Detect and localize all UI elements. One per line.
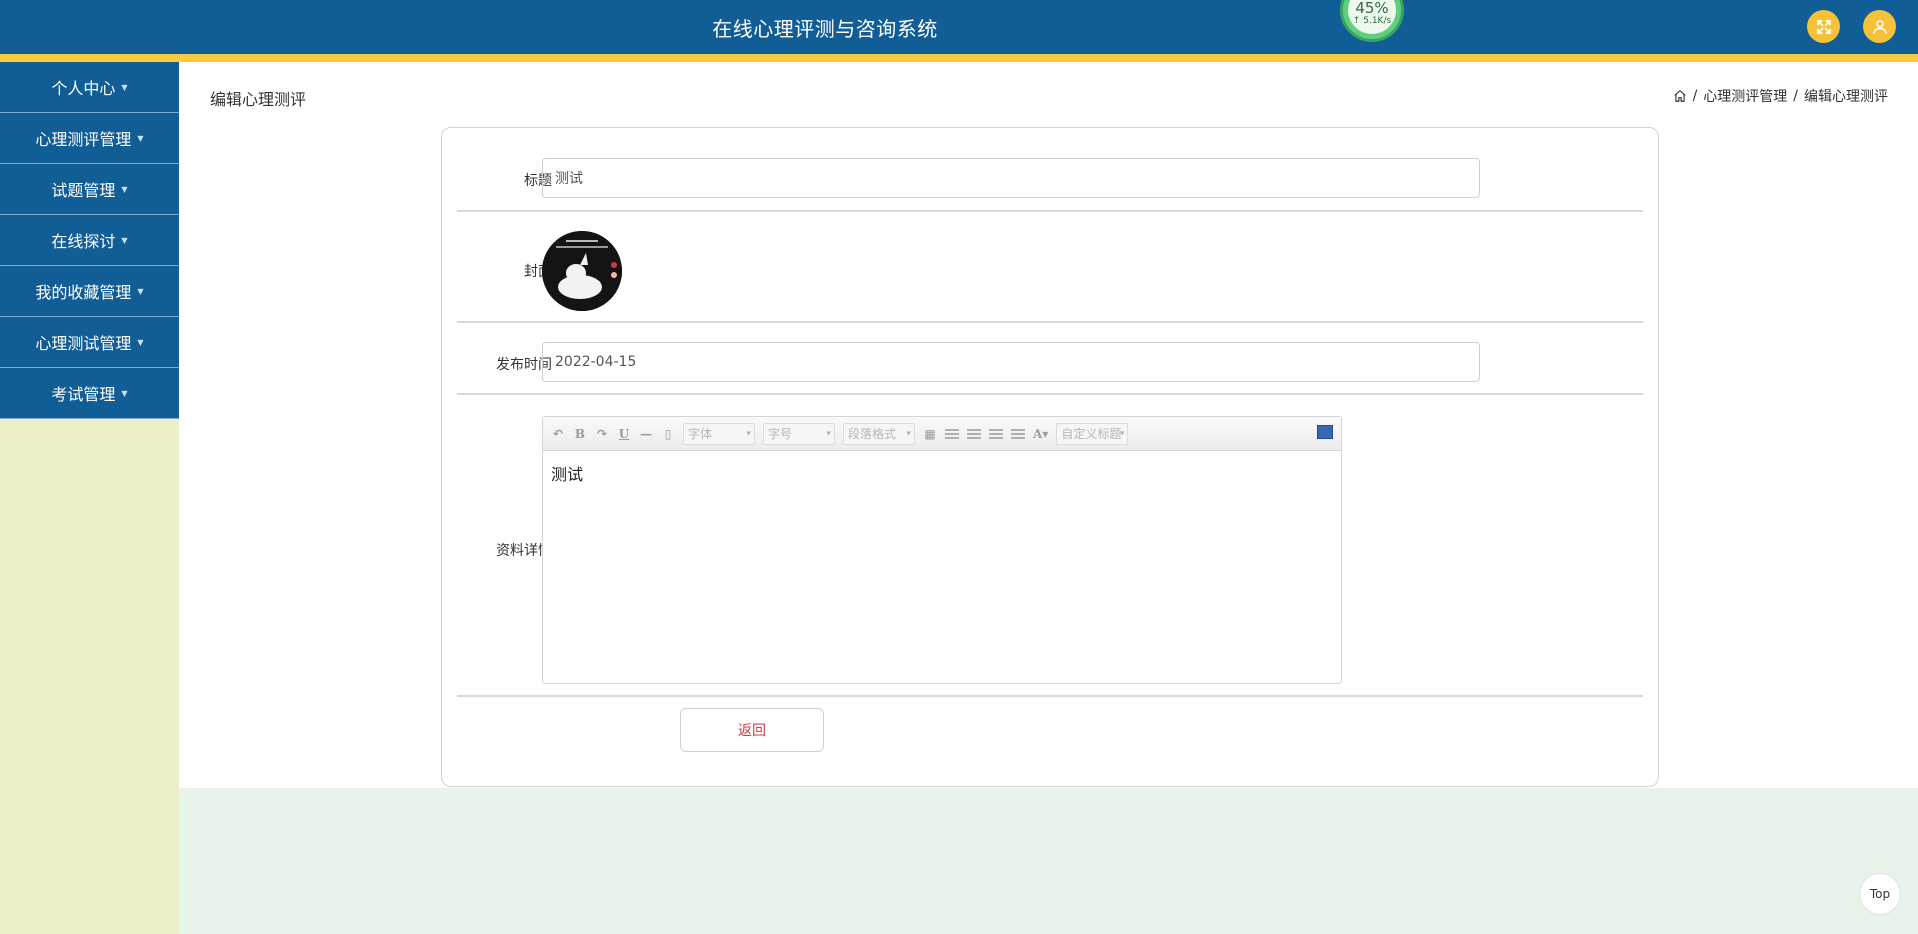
- sidebar-item-question-management[interactable]: 试题管理 ▼: [0, 164, 179, 215]
- custom-title-select[interactable]: 自定义标题: [1056, 422, 1129, 445]
- font-color-icon[interactable]: A▾: [1033, 427, 1048, 441]
- redo-icon[interactable]: ↷: [595, 427, 609, 441]
- editor-content[interactable]: 测试: [543, 451, 1341, 495]
- font-family-select[interactable]: 字体: [683, 422, 755, 445]
- cover-image[interactable]: [542, 231, 622, 311]
- rich-text-editor[interactable]: ↶ B ↷ U — ▯ 字体 字号 段落格式 ▦ A▾ 自定义标题 测试: [542, 416, 1342, 684]
- undo-icon[interactable]: ↶: [551, 427, 565, 441]
- caret-down-icon: ▼: [121, 184, 128, 194]
- publish-date-input[interactable]: 2022-04-15: [542, 342, 1480, 382]
- divider: [457, 393, 1643, 395]
- sidebar-item-online-discussion[interactable]: 在线探讨 ▼: [0, 215, 179, 266]
- align-justify-icon[interactable]: [1011, 428, 1025, 439]
- editor-toolbar: ↶ B ↷ U — ▯ 字体 字号 段落格式 ▦ A▾ 自定义标题: [543, 417, 1341, 451]
- sidebar-item-assessment-management[interactable]: 心理测评管理 ▼: [0, 113, 179, 164]
- table-icon[interactable]: ▦: [923, 427, 937, 441]
- page-title: 编辑心理测评: [210, 90, 307, 109]
- network-speed: ↑ 5.1K/s: [1352, 16, 1392, 26]
- caret-down-icon: ▼: [121, 82, 128, 92]
- back-to-top-button[interactable]: Top: [1859, 873, 1901, 915]
- horizontal-rule-icon[interactable]: —: [639, 427, 653, 441]
- caret-down-icon: ▼: [137, 286, 144, 296]
- caret-down-icon: ▼: [137, 133, 144, 143]
- caret-down-icon: ▼: [121, 235, 128, 245]
- fullscreen-button[interactable]: [1807, 10, 1840, 43]
- paragraph-format-select[interactable]: 段落格式: [843, 422, 915, 445]
- title-input[interactable]: 测试: [542, 158, 1480, 198]
- divider: [457, 210, 1643, 212]
- top-header: 在线心理评测与咨询系统 45% ↑ 5.1K/s: [0, 0, 1918, 54]
- detail-label: 资料详情: [496, 543, 552, 559]
- fullscreen-icon[interactable]: [1317, 425, 1333, 439]
- caret-down-icon: ▼: [121, 388, 128, 398]
- divider: [457, 695, 1643, 697]
- divider: [457, 321, 1643, 323]
- breadcrumb-item-current: 编辑心理测评: [1804, 89, 1888, 105]
- main-content: 编辑心理测评 / 心理测评管理 / 编辑心理测评 标题 测试 封面 发布时间 2…: [179, 62, 1918, 788]
- document-icon[interactable]: ▯: [661, 427, 675, 441]
- breadcrumb-item[interactable]: 心理测评管理: [1703, 86, 1787, 106]
- user-icon: [1872, 19, 1887, 34]
- network-percent: 45%: [1355, 0, 1389, 17]
- sidebar: 个人中心 ▼ 心理测评管理 ▼ 试题管理 ▼ 在线探讨 ▼ 我的收藏管理 ▼ 心理测试管理…: [0, 62, 179, 934]
- home-icon[interactable]: [1673, 89, 1687, 103]
- underline-icon[interactable]: U: [617, 427, 631, 441]
- expand-icon: [1816, 19, 1831, 34]
- date-label: 发布时间: [496, 357, 552, 373]
- sidebar-item-personal-center[interactable]: 个人中心 ▼: [0, 62, 179, 113]
- sidebar-item-test-management[interactable]: 心理测试管理 ▼: [0, 317, 179, 368]
- title-label: 标题: [524, 173, 552, 189]
- cover-label: 封面: [524, 264, 552, 280]
- sidebar-item-favorites-management[interactable]: 我的收藏管理 ▼: [0, 266, 179, 317]
- user-button[interactable]: [1863, 10, 1896, 43]
- align-right-icon[interactable]: [967, 428, 981, 439]
- edit-form: 标题 测试 封面 发布时间 2022-04-15 资料详情 ↶ B ↷ U — …: [441, 127, 1659, 787]
- bold-icon[interactable]: B: [573, 427, 587, 441]
- return-button[interactable]: 返回: [680, 708, 824, 752]
- cover-picture: [542, 231, 622, 311]
- align-center-icon[interactable]: [989, 428, 1003, 439]
- breadcrumb: / 心理测评管理 / 编辑心理测评: [1673, 86, 1888, 106]
- sidebar-item-exam-management[interactable]: 考试管理 ▼: [0, 368, 179, 419]
- align-left-icon[interactable]: [945, 428, 959, 439]
- caret-down-icon: ▼: [137, 337, 144, 347]
- header-accent-stripe: [0, 54, 1918, 62]
- font-size-select[interactable]: 字号: [763, 422, 835, 445]
